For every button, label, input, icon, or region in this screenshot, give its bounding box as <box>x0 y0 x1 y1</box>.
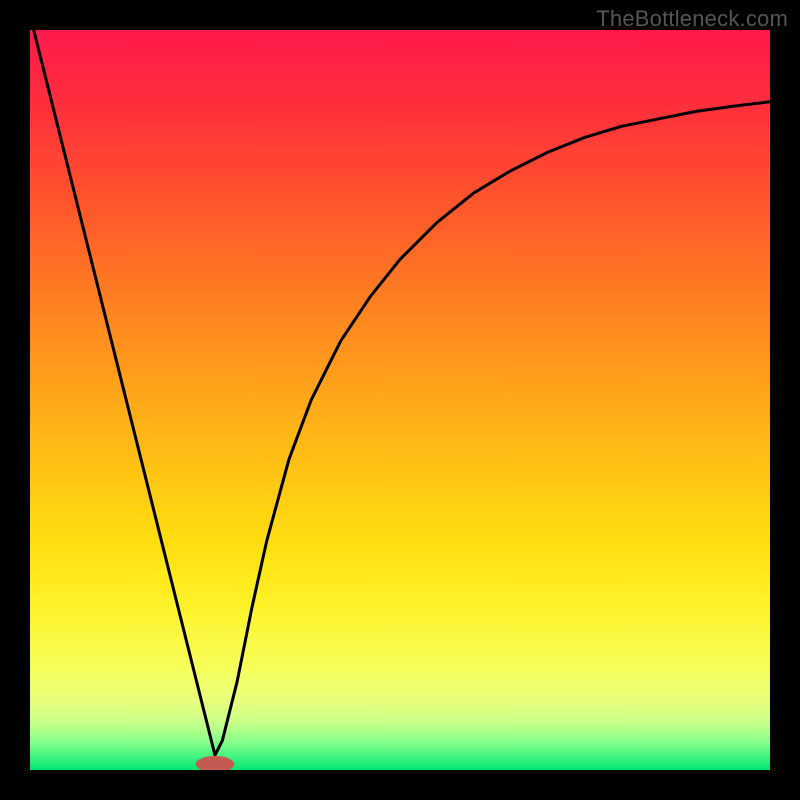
watermark-text: TheBottleneck.com <box>596 6 788 32</box>
chart-frame: TheBottleneck.com <box>0 0 800 800</box>
chart-svg <box>30 30 770 770</box>
plot-area <box>30 30 770 770</box>
gradient-background <box>30 30 770 770</box>
